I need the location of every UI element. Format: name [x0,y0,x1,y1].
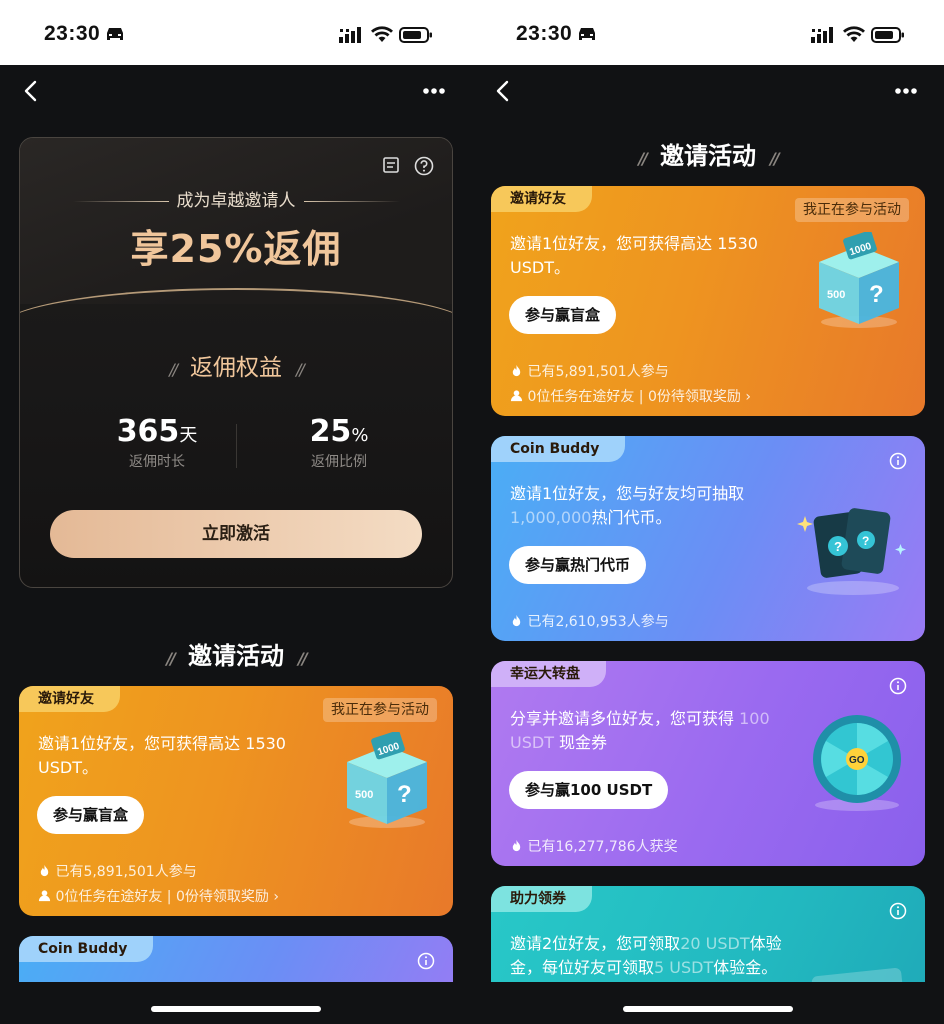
participating-badge: 我正在参与活动 [795,198,909,222]
card-tag: 邀请好友 [491,186,592,212]
participant-count: 已有2,610,953人参与 [510,611,669,631]
svg-text:?: ? [869,281,884,308]
card-tag: 邀请好友 [19,686,120,712]
svg-text:500: 500 [827,289,845,301]
status-time: 23:30 [44,22,101,45]
benefit-section-title: //返佣权益// [169,355,305,381]
info-icon[interactable] [889,452,907,470]
coin-buddy-card[interactable]: Coin Buddy 邀请1位好友，您与好友均可抽取 1,000,000热门代币。… [491,436,925,641]
document-icon[interactable] [382,156,400,174]
invite-friends-card[interactable]: 邀请好友 我正在参与活动 邀请1位好友，您可获得高达 1530 USDT。 参与… [19,686,453,916]
wifi-icon [843,26,865,42]
svg-text:GO: GO [849,755,865,766]
card-title: 邀请1位好友，您可获得高达 1530 USDT。 [510,234,758,277]
battery-icon [871,27,904,43]
friends-status-link[interactable]: 0位任务在途好友 | 0份待领取奖励 › [510,386,751,406]
card-tag: Coin Buddy [19,936,154,962]
card-tag: 助力领券 [491,886,592,912]
fire-icon [512,364,521,377]
right-screen: 23:30 //邀请活动// 邀请好友 我正在参与活动 邀请1位好友，您可获得高… [472,0,944,1024]
participating-badge: 我正在参与活动 [323,698,437,722]
card-tag: 幸运大转盘 [491,661,606,687]
nav-bar [0,65,472,118]
invite-friends-card[interactable]: 邀请好友 我正在参与活动 邀请1位好友，您可获得高达 1530 USDT。 参与… [491,186,925,416]
status-bar: 23:30 [0,0,472,65]
user-icon [510,390,523,402]
prize-wheel-icon: GO [813,715,901,811]
left-screen: 23:30 成为卓越邀请人 享25%返佣 //返佣权益// 365天 返佣时长 [0,0,472,1024]
svg-text:500: 500 [355,789,373,801]
section-title: //邀请活动// [166,642,307,670]
cellular-signal-icon [339,27,361,43]
join-blind-box-button[interactable]: 参与赢盲盒 [37,796,145,834]
page-content: 成为卓越邀请人 享25%返佣 //返佣权益// 365天 返佣时长 25% 返佣… [0,118,472,982]
mystery-box-icon: 1000 500 ? [347,732,427,828]
svg-text:?: ? [862,534,869,548]
lucky-wheel-card[interactable]: 幸运大转盘 分享并邀请多位好友，您可获得 100 USDT 现金券 参与赢100… [491,661,925,866]
friends-status-link[interactable]: 0位任务在途好友 | 0份待领取奖励 › [38,886,279,906]
home-indicator [0,982,472,1024]
fire-icon [512,614,521,627]
status-time: 23:30 [516,22,573,45]
mystery-box-icon: 1000 500 ? [819,232,899,328]
card-title: 邀请1位好友，您与好友均可抽取 1,000,000热门代币。 [510,484,745,527]
more-options-icon[interactable] [894,87,918,95]
wifi-icon [371,26,393,42]
join-100-usdt-button[interactable]: 参与赢100 USDT [509,771,669,809]
page-content: //邀请活动// 邀请好友 我正在参与活动 邀请1位好友，您可获得高达 1530… [472,118,944,982]
referral-hero-card: 成为卓越邀请人 享25%返佣 //返佣权益// 365天 返佣时长 25% 返佣… [19,137,453,588]
battery-icon [399,27,432,43]
participant-count: 已有5,891,501人参与 [38,861,197,881]
coupon-assist-card[interactable]: 助力领券 邀请2位好友，您可领取20 USDT体验金，每位好友可领取5 USDT… [491,886,925,982]
info-icon[interactable] [417,952,435,970]
cellular-signal-icon [811,27,833,43]
join-hot-token-button[interactable]: 参与赢热门代币 [509,546,647,584]
nav-bar [472,65,944,118]
coupon-illustration [811,967,905,982]
back-arrow-icon[interactable] [20,79,42,103]
info-icon[interactable] [889,677,907,695]
car-icon [107,28,123,40]
home-indicator [472,982,944,1024]
winner-count: 已有16,277,786人获奖 [510,836,678,856]
join-blind-box-button[interactable]: 参与赢盲盒 [509,296,617,334]
hero-headline: 享25%返佣 [130,227,342,271]
car-icon [579,28,595,40]
svg-text:?: ? [834,539,842,554]
participant-count: 已有5,891,501人参与 [510,361,669,381]
section-title: //邀请活动// [638,142,779,170]
more-options-icon[interactable] [422,87,446,95]
card-title: 邀请2位好友，您可领取20 USDT体验金，每位好友可领取5 USDT体验金。 [510,934,782,977]
coin-buddy-card[interactable]: Coin Buddy [19,936,453,982]
status-bar: 23:30 [472,0,944,65]
stat-duration: 365天 返佣时长 [116,414,198,470]
stat-ratio: 25% 返佣比例 [309,414,369,470]
fire-icon [512,839,521,852]
card-title: 邀请1位好友，您可获得高达 1530 USDT。 [38,734,286,777]
svg-text:?: ? [397,781,412,808]
token-cards-icon: ? ? [797,508,906,595]
activate-button[interactable]: 立即激活 [50,510,422,558]
hero-subtitle: 成为卓越邀请人 [20,186,452,211]
back-arrow-icon[interactable] [492,79,514,103]
card-title: 分享并邀请多位好友，您可获得 100 USDT 现金券 [510,709,770,752]
fire-icon [40,864,49,877]
user-icon [38,890,51,902]
help-icon[interactable] [414,156,434,176]
card-tag: Coin Buddy [491,436,626,462]
info-icon[interactable] [889,902,907,920]
